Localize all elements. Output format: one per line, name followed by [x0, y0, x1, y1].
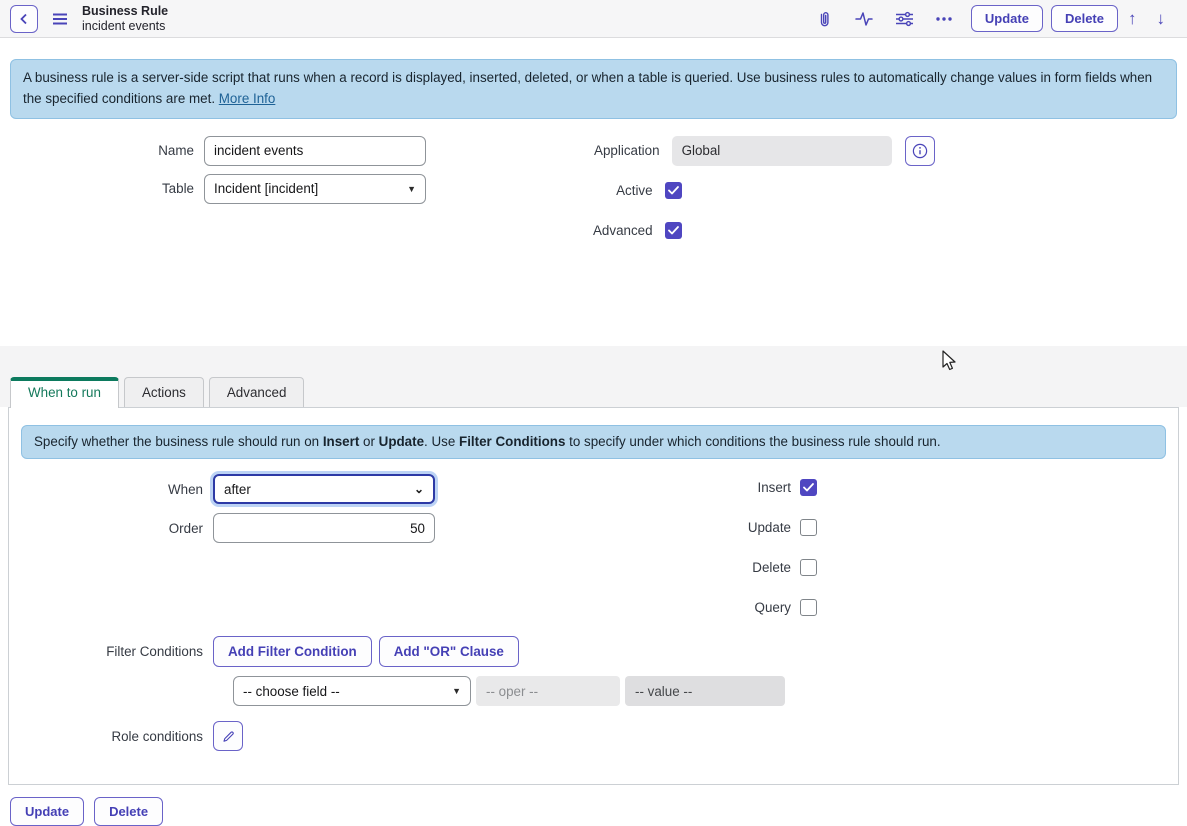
filter-conditions-label: Filter Conditions: [9, 644, 213, 659]
when-select-value: after: [224, 482, 251, 497]
tab-strip: When to run Actions Advanced: [0, 346, 1187, 407]
banner2-text: Specify whether the business rule should…: [34, 434, 323, 449]
dropdown-arrow-icon: ▼: [407, 184, 416, 194]
dropdown-arrow-icon: ▼: [452, 686, 461, 696]
operation-checkboxes: Insert Update Delete Query: [602, 474, 817, 634]
update-checkbox[interactable]: [800, 519, 817, 536]
banner2-bold-update: Update: [379, 434, 424, 449]
banner2-text: . Use: [424, 434, 459, 449]
banner-text: A business rule is a server-side script …: [23, 70, 1152, 106]
query-label: Query: [755, 600, 800, 615]
page-title: Business Rule: [82, 4, 168, 19]
role-conditions-label: Role conditions: [9, 729, 213, 744]
order-input[interactable]: 50: [213, 513, 435, 543]
more-options-icon[interactable]: [936, 17, 952, 21]
value-field-disabled: -- value --: [625, 676, 785, 706]
previous-record-icon[interactable]: ↑: [1128, 9, 1137, 29]
personalize-form-icon[interactable]: [895, 11, 914, 27]
when-to-run-panel: Specify whether the business rule should…: [8, 407, 1179, 785]
record-form-right-column: Application Global Active Advanced: [593, 136, 935, 256]
banner2-bold-filter: Filter Conditions: [459, 434, 565, 449]
banner2-bold-insert: Insert: [323, 434, 359, 449]
pencil-icon: [221, 729, 236, 744]
name-input[interactable]: incident events: [204, 136, 426, 166]
record-form-header-fields: Name incident events Table Incident [inc…: [0, 136, 1187, 286]
header-bar: Business Rule incident events Update Del…: [0, 0, 1187, 38]
order-label: Order: [9, 521, 213, 536]
next-record-icon[interactable]: ↓: [1157, 9, 1166, 29]
banner2-text: or: [359, 434, 378, 449]
delete-operation-label: Delete: [752, 560, 800, 575]
query-checkbox[interactable]: [800, 599, 817, 616]
edit-role-conditions-button[interactable]: [213, 721, 243, 751]
insert-checkbox[interactable]: [800, 479, 817, 496]
activity-stream-icon[interactable]: [855, 11, 873, 27]
table-select[interactable]: Incident [incident] ▼: [204, 174, 426, 204]
tab-when-to-run[interactable]: When to run: [10, 377, 119, 408]
attachment-icon[interactable]: [816, 10, 833, 28]
context-menu-icon[interactable]: [52, 12, 68, 26]
filter-condition-row: -- choose field -- ▼ -- oper -- -- value…: [233, 676, 1178, 706]
active-checkbox[interactable]: [665, 182, 682, 199]
application-field: Global: [672, 136, 892, 166]
business-rule-info-banner: A business rule is a server-side script …: [10, 59, 1177, 119]
table-label: Table: [0, 181, 204, 196]
info-icon: [912, 143, 928, 159]
chevron-left-icon: [18, 13, 30, 25]
more-info-link[interactable]: More Info: [219, 91, 276, 106]
banner2-text: to specify under which conditions the bu…: [565, 434, 940, 449]
update-button[interactable]: Update: [971, 5, 1043, 32]
choose-field-select[interactable]: -- choose field -- ▼: [233, 676, 471, 706]
record-title: Business Rule incident events: [82, 4, 168, 34]
advanced-checkbox[interactable]: [665, 222, 682, 239]
tab-actions[interactable]: Actions: [124, 377, 204, 408]
when-to-run-info-banner: Specify whether the business rule should…: [21, 425, 1166, 460]
active-label: Active: [616, 183, 664, 198]
back-button[interactable]: [10, 5, 38, 33]
table-select-value: Incident [incident]: [214, 181, 318, 196]
delete-checkbox[interactable]: [800, 559, 817, 576]
footer-update-button[interactable]: Update: [10, 797, 84, 826]
advanced-label: Advanced: [593, 223, 665, 238]
when-select[interactable]: after ⌄: [213, 474, 435, 504]
footer-delete-button[interactable]: Delete: [94, 797, 163, 826]
when-label: When: [9, 482, 213, 497]
application-label: Application: [594, 143, 672, 158]
dropdown-chevron-icon: ⌄: [414, 482, 424, 496]
tab-advanced[interactable]: Advanced: [209, 377, 305, 408]
add-or-clause-button[interactable]: Add "OR" Clause: [379, 636, 519, 667]
application-info-button[interactable]: [905, 136, 935, 166]
choose-field-value: -- choose field --: [243, 684, 340, 699]
delete-button[interactable]: Delete: [1051, 5, 1118, 32]
name-label: Name: [0, 143, 204, 158]
update-operation-label: Update: [748, 520, 800, 535]
operator-select-disabled: -- oper --: [476, 676, 620, 706]
page-subtitle: incident events: [82, 19, 168, 34]
add-filter-condition-button[interactable]: Add Filter Condition: [213, 636, 372, 667]
insert-label: Insert: [758, 480, 801, 495]
form-footer: Update Delete: [10, 797, 1177, 826]
